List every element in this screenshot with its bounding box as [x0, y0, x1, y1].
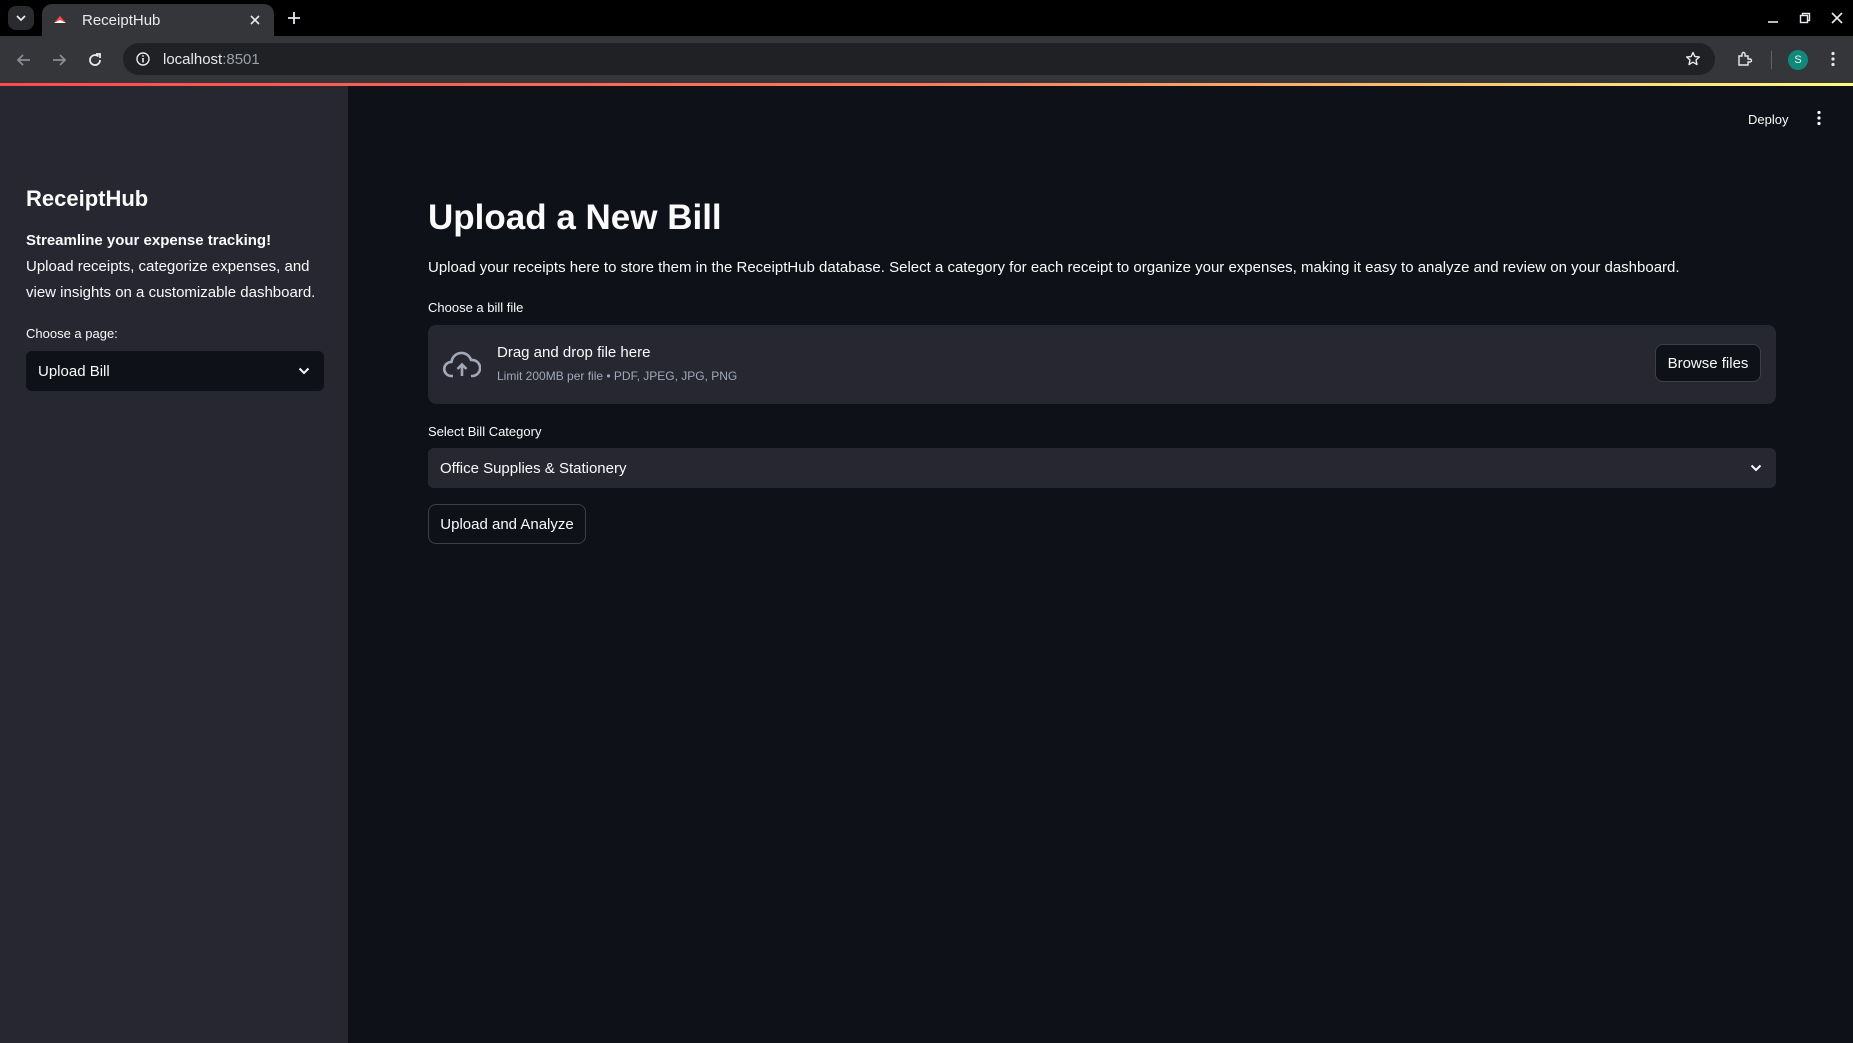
back-icon [16, 54, 30, 66]
file-uploader-label: Choose a bill file [428, 300, 524, 315]
main-menu-button[interactable] [1807, 106, 1831, 130]
kebab-menu-icon [1831, 51, 1835, 67]
star-icon[interactable] [1683, 49, 1703, 69]
new-tab-button[interactable] [282, 6, 306, 30]
page-select[interactable]: Upload Bill [26, 351, 324, 391]
chevron-down-icon [296, 363, 312, 379]
page-select-label: Choose a page: [26, 326, 118, 341]
file-dropzone[interactable]: Drag and drop file here Limit 200MB per … [428, 325, 1776, 404]
minimize-button[interactable] [1761, 6, 1785, 30]
deploy-button[interactable]: Deploy [1748, 112, 1788, 127]
minimize-icon [1768, 21, 1778, 23]
page-description: Upload your receipts here to store them … [428, 259, 1680, 276]
page-select-value: Upload Bill [38, 362, 110, 380]
browser-tab[interactable]: ReceiptHub [42, 4, 274, 36]
dropzone-limit: Limit 200MB per file • PDF, JPEG, JPG, P… [497, 369, 738, 383]
category-select-value: Office Supplies & Stationery [440, 459, 627, 477]
close-icon [1831, 12, 1843, 24]
tab-title: ReceiptHub [82, 11, 161, 29]
kebab-menu-icon [1817, 110, 1821, 126]
chevron-down-icon [1748, 460, 1764, 476]
forward-button[interactable] [45, 46, 73, 74]
info-icon[interactable] [133, 49, 153, 69]
sidebar-tagline: Streamline your expense tracking! [26, 232, 272, 249]
restore-icon [1799, 12, 1811, 24]
extensions-icon [1738, 51, 1753, 66]
chevron-down-icon [16, 15, 26, 22]
close-icon[interactable] [246, 11, 264, 29]
page-title: Upload a New Bill [428, 198, 722, 237]
upload-and-analyze-button[interactable]: Upload and Analyze [428, 504, 586, 544]
sidebar-title: ReceiptHub [26, 186, 149, 211]
main-content: Deploy Upload a New Bill Upload your rec… [348, 86, 1853, 1043]
streamlit-favicon-icon [52, 12, 68, 28]
forward-icon [53, 54, 67, 66]
profile-avatar[interactable]: S [1788, 50, 1808, 70]
sidebar-description: Upload receipts, categorize expenses, an… [26, 258, 316, 301]
extensions-button[interactable] [1732, 46, 1758, 72]
plus-icon [288, 12, 300, 24]
close-window-button[interactable] [1825, 6, 1849, 30]
toolbar-divider [1771, 51, 1772, 69]
restore-button[interactable] [1793, 6, 1817, 30]
browser-toolbar: localhost:8501 S [0, 36, 1853, 83]
url-port: :8501 [222, 50, 260, 68]
sidebar: ReceiptHub Streamline your expense track… [0, 86, 348, 1043]
browser-menu-button[interactable] [1820, 46, 1846, 72]
address-bar[interactable]: localhost:8501 [123, 43, 1715, 75]
browse-files-button[interactable]: Browse files [1655, 344, 1761, 382]
reload-button[interactable] [81, 46, 109, 74]
dropzone-instructions: Drag and drop file here [497, 344, 651, 361]
tab-list-button[interactable] [8, 6, 34, 30]
url-host: localhost [163, 50, 223, 68]
category-select[interactable]: Office Supplies & Stationery [428, 448, 1776, 488]
category-select-label: Select Bill Category [428, 424, 542, 439]
browser-tab-bar: ReceiptHub [0, 0, 1853, 36]
reload-icon [89, 53, 101, 66]
back-button[interactable] [10, 46, 38, 74]
cloud-upload-icon [442, 345, 482, 385]
